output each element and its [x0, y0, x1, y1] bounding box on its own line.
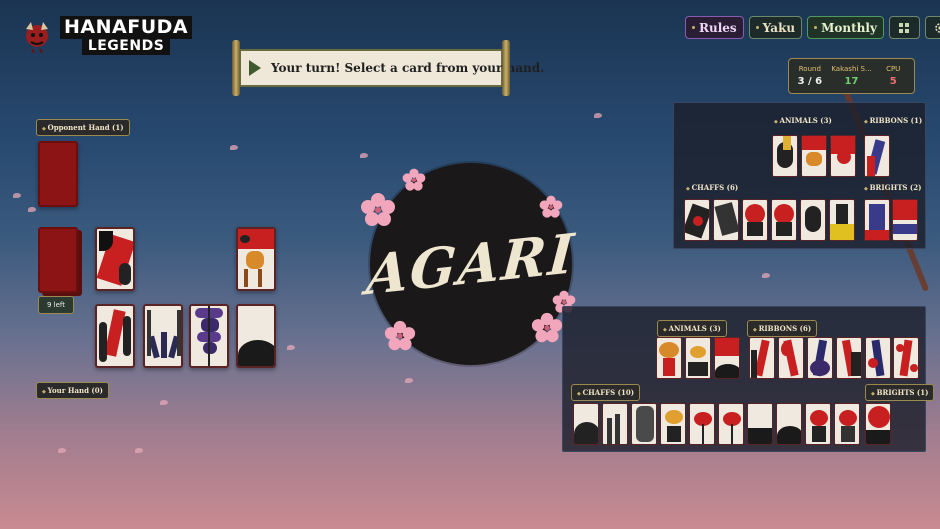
draw-deck[interactable] [38, 227, 78, 293]
rules-label: Rules [699, 20, 737, 35]
sakura-icon [384, 320, 416, 351]
petal [58, 448, 66, 453]
captured-card [772, 135, 798, 177]
scoreboard: Round 3 / 6 Kakashi S... 17 CPU 5 [788, 58, 915, 94]
petal [287, 345, 295, 350]
captured-card [836, 337, 862, 379]
app-logo: HANAFUDA LEGENDS [20, 16, 193, 55]
turn-message-scroll: Your turn! Select a card from your hand. [232, 40, 544, 96]
grid-icon [899, 22, 910, 33]
captured-card [864, 135, 890, 177]
field-card[interactable] [95, 227, 135, 291]
field-card[interactable] [236, 227, 276, 291]
captured-card [660, 403, 686, 445]
captured-card [864, 199, 890, 241]
captured-card [805, 403, 831, 445]
petal [135, 448, 143, 453]
round-value: 3 / 6 [797, 76, 823, 87]
captured-card [893, 337, 919, 379]
captured-card [801, 135, 827, 177]
sakura-icon [531, 312, 563, 343]
player-name: Kakashi S... [831, 65, 872, 73]
scroll-rod-right [502, 40, 510, 96]
player-score: 17 [844, 76, 859, 87]
field-card[interactable] [236, 304, 276, 368]
opponent-captures-panel: ANIMALS (3) RIBBONS (1) CHAFFS (6) BRIGH… [673, 102, 926, 249]
player-animals-label: ANIMALS (3) [657, 320, 727, 337]
captured-card [830, 135, 856, 177]
captured-card [742, 199, 768, 241]
opponent-card-back [38, 141, 78, 207]
turn-arrow-icon [249, 60, 261, 76]
captured-card [631, 403, 657, 445]
captured-card [689, 403, 715, 445]
petal [762, 273, 770, 278]
petal [28, 207, 36, 212]
captured-card [892, 199, 918, 241]
cpu-score: 5 [889, 76, 897, 87]
sakura-icon [361, 193, 395, 226]
petal [594, 113, 602, 118]
grid-button[interactable] [888, 16, 920, 39]
opponent-hand-label: Opponent Hand (1) [36, 119, 130, 136]
captured-card [713, 199, 739, 241]
top-toolbar: Rules Yaku Monthly [685, 16, 940, 39]
settings-button[interactable] [924, 16, 940, 39]
dot-icon [755, 26, 759, 29]
opponent-chaffs-label: CHAFFS (6) [686, 183, 739, 192]
dot-icon [692, 26, 695, 29]
sakura-icon [539, 195, 563, 218]
captured-card [714, 337, 740, 379]
captured-card [656, 337, 682, 379]
field-card[interactable] [95, 304, 135, 368]
captured-card [829, 199, 855, 241]
player-chaffs-label: CHAFFS (10) [571, 384, 641, 401]
captured-card [865, 403, 891, 445]
petal [405, 378, 413, 383]
opponent-brights-label: BRIGHTS (2) [864, 183, 922, 192]
captured-card [771, 199, 797, 241]
petal [230, 145, 238, 150]
player-ribbons-label: RIBBONS (6) [747, 320, 818, 337]
round-label: Round [798, 65, 821, 73]
yaku-label: Yaku [762, 20, 796, 35]
rules-button[interactable]: Rules [685, 16, 744, 39]
petal [360, 153, 368, 158]
result-text: AGARI [364, 220, 578, 308]
gear-icon [935, 22, 940, 33]
monthly-button[interactable]: Monthly [807, 16, 884, 39]
field-card[interactable] [143, 304, 183, 368]
app-subtitle: LEGENDS [81, 39, 171, 55]
captured-card [602, 403, 628, 445]
dot-icon [814, 26, 818, 29]
petal [160, 400, 168, 405]
oni-mask-icon [26, 21, 48, 53]
captured-card [865, 337, 891, 379]
captured-card [749, 337, 775, 379]
captured-card [807, 337, 833, 379]
captured-card [685, 337, 711, 379]
captured-card [800, 199, 826, 241]
opponent-ribbons-label: RIBBONS (1) [864, 116, 923, 125]
petal [13, 193, 21, 198]
app-title: HANAFUDA [60, 16, 193, 39]
your-hand-label: Your Hand (0) [36, 382, 109, 399]
yaku-button[interactable]: Yaku [748, 16, 803, 39]
captured-card [747, 403, 773, 445]
field-card[interactable] [189, 304, 229, 368]
captured-card [684, 199, 710, 241]
opponent-animals-label: ANIMALS (3) [774, 116, 832, 125]
captured-card [573, 403, 599, 445]
player-captures-panel: ANIMALS (3) RIBBONS (6) CHAFFS (10) BRIG… [562, 306, 935, 452]
player-brights-label: BRIGHTS (1) [865, 384, 935, 401]
monthly-label: Monthly [821, 20, 877, 35]
captured-card [834, 403, 860, 445]
deck-count: 9 left [38, 296, 75, 314]
captured-card [778, 337, 804, 379]
captured-card [776, 403, 802, 445]
captured-card [718, 403, 744, 445]
sakura-icon [402, 168, 426, 191]
cpu-label: CPU [886, 65, 901, 73]
